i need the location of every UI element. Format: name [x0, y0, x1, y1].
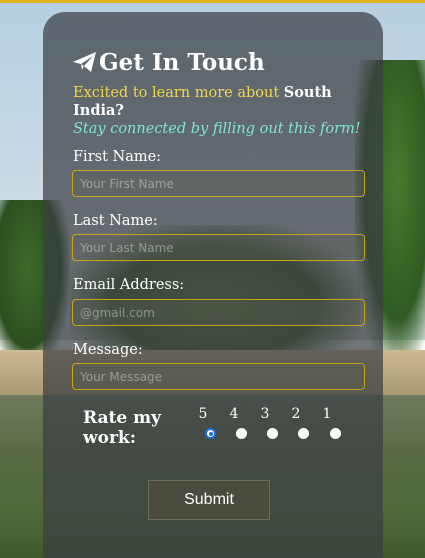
rating-number: 1 — [322, 406, 332, 422]
rating-number: 2 — [291, 406, 301, 422]
last-name-field[interactable] — [72, 234, 365, 261]
rating-label: Rate my work: — [83, 408, 161, 448]
intro-text: Excited to learn more about South India? — [73, 84, 373, 120]
rating-radio-4[interactable] — [236, 428, 247, 439]
title-text: Get In Touch — [99, 48, 265, 76]
first-name-field[interactable] — [72, 170, 365, 197]
rating-radio-5[interactable] — [205, 428, 216, 439]
first-name-label: First Name: — [73, 149, 162, 165]
rating-number: 4 — [229, 406, 239, 422]
email-field[interactable] — [72, 299, 365, 326]
submit-button[interactable]: Submit — [148, 480, 270, 520]
message-label: Message: — [73, 342, 143, 358]
last-name-label: Last Name: — [73, 213, 158, 229]
email-label: Email Address: — [73, 277, 185, 293]
rating-number: 5 — [198, 406, 208, 422]
paper-plane-icon — [73, 52, 96, 72]
page-title: Get In Touch — [72, 46, 265, 78]
message-field[interactable] — [72, 363, 365, 390]
rating-number: 3 — [260, 406, 270, 422]
rating-radio-3[interactable] — [267, 428, 278, 439]
rating-radio-2[interactable] — [298, 428, 309, 439]
intro-prefix: Excited to learn more about — [73, 85, 284, 101]
intro-subtitle: Stay connected by filling out this form! — [73, 121, 361, 137]
rating-radio-1[interactable] — [330, 428, 341, 439]
